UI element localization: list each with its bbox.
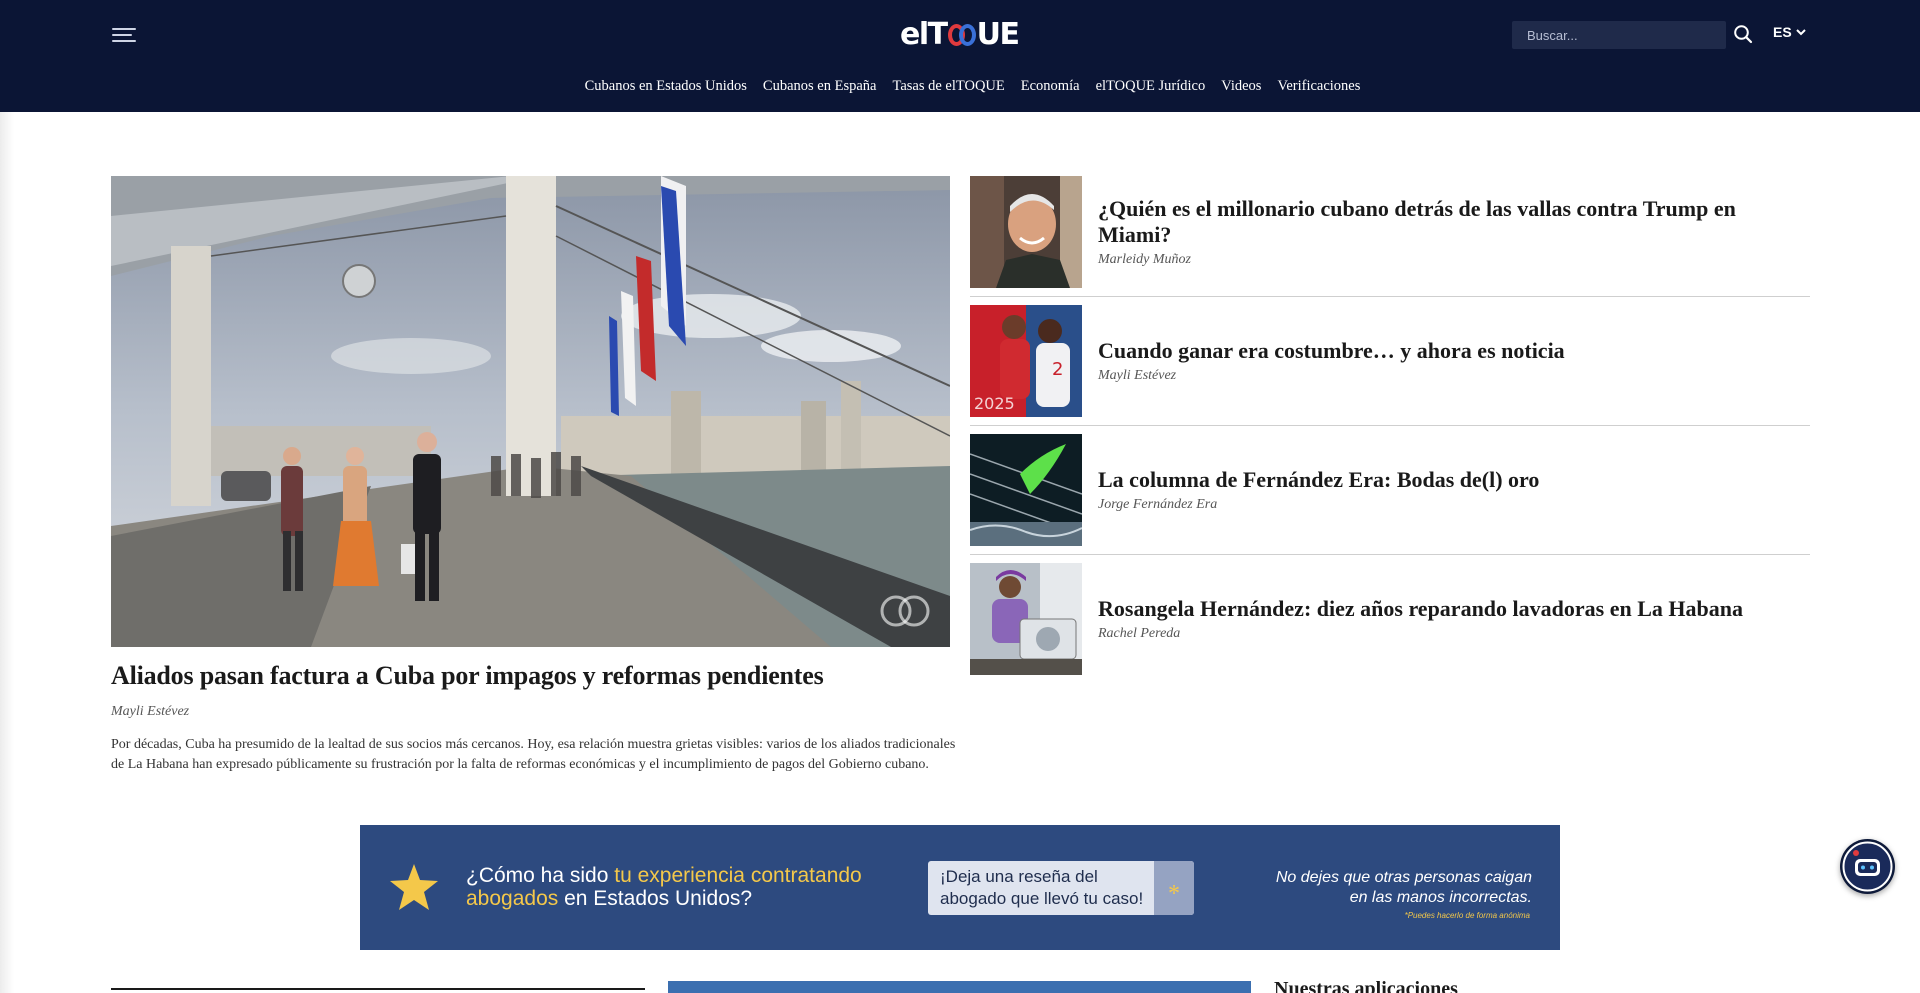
nav-verificaciones[interactable]: Verificaciones [1277,78,1360,95]
apps-section-title: Nuestras aplicaciones [1274,978,1458,993]
divider [970,554,1810,555]
side-article-1[interactable]: ¿Quién es el millonario cubano detrás de… [970,176,1810,289]
section-rule [111,988,645,990]
side-article-author[interactable]: Jorge Fernández Era [1098,497,1810,513]
article-thumbnail [970,176,1082,288]
side-article-author[interactable]: Marleidy Muñoz [1098,252,1810,268]
featured-excerpt: Por décadas, Cuba ha presumido de la lea… [111,737,956,772]
svg-text:2025: 2025 [974,394,1015,413]
divider [970,425,1810,426]
featured-title[interactable]: Aliados pasan factura a Cuba por impagos… [111,661,950,691]
side-article-author[interactable]: Mayli Estévez [1098,368,1810,384]
search-input[interactable] [1512,21,1726,49]
side-article-title[interactable]: Rosangela Hernández: diez años reparando… [1098,596,1810,622]
side-article-author[interactable]: Rachel Pereda [1098,626,1810,642]
svg-text:2: 2 [1052,359,1063,380]
article-thumbnail: 2 2025 [970,305,1082,417]
side-article-2[interactable]: 2 2025 Cuando ganar era costumbre… y aho… [970,305,1810,418]
banner-question: ¿Cómo ha sido tu experiencia contratando… [466,864,862,910]
side-article-title[interactable]: ¿Quién es el millonario cubano detrás de… [1098,196,1810,248]
language-label: ES [1773,24,1792,40]
page-edge-shade [0,112,14,993]
side-article-3[interactable]: La columna de Fernández Era: Bodas de(l)… [970,434,1810,547]
nav-cubanos-estados-unidos[interactable]: Cubanos en Estados Unidos [585,78,747,95]
language-selector[interactable]: ES [1773,24,1806,40]
star-icon [390,864,438,910]
site-header: elTUE ES Cubanos en Estados Unidos Cuban… [0,0,1920,112]
divider [970,296,1810,297]
section-block [668,981,1251,993]
chatbot-icon [1842,841,1893,892]
article-thumbnail [970,434,1082,546]
menu-icon[interactable] [112,27,138,43]
nav-videos[interactable]: Videos [1221,78,1261,95]
nav-juridico[interactable]: elTOQUE Jurídico [1096,78,1206,95]
chat-widget-button[interactable] [1840,839,1895,894]
featured-image[interactable] [111,176,950,647]
side-article-4[interactable]: Rosangela Hernández: diez años reparando… [970,563,1810,676]
banner-cta-button[interactable]: ¡Deja una reseña del abogado que llevó t… [928,861,1194,915]
search-icon[interactable] [1733,24,1753,44]
side-article-title[interactable]: Cuando ganar era costumbre… y ahora es n… [1098,338,1810,364]
nav-tasas[interactable]: Tasas de elTOQUE [892,78,1004,95]
site-logo[interactable]: elT UE [900,16,1022,54]
side-article-title[interactable]: La columna de Fernández Era: Bodas de(l)… [1098,467,1810,493]
banner-footnote: *Puedes hacerlo de forma anónima [1404,911,1530,920]
lawyer-review-banner[interactable]: ¿Cómo ha sido tu experiencia contratando… [360,825,1560,950]
featured-author[interactable]: Mayli Estévez [111,704,189,720]
asterisk-icon: * [1154,861,1194,915]
chevron-down-icon [1795,29,1806,36]
banner-note: No dejes que otras personas caigan en la… [1275,869,1532,906]
banner-cta-label: ¡Deja una reseña del abogado que llevó t… [940,867,1144,908]
main-nav: Cubanos en Estados Unidos Cubanos en Esp… [0,78,1920,95]
article-thumbnail [970,563,1082,675]
nav-economia[interactable]: Economía [1021,78,1080,95]
nav-cubanos-espana[interactable]: Cubanos en España [763,78,877,95]
